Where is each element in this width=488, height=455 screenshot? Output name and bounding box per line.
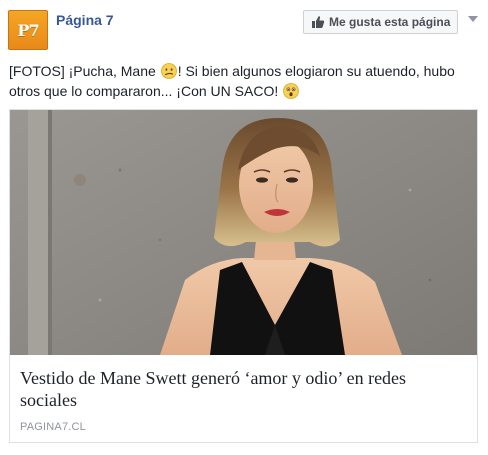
post-text-part1: [FOTOS] ¡Pucha, Mane — [9, 63, 160, 79]
link-preview-image[interactable] — [10, 110, 477, 355]
confused-face-emoji — [160, 63, 177, 79]
page-logo-text: P7 — [17, 20, 39, 40]
like-button-label: Me gusta esta página — [329, 15, 451, 29]
facebook-post-card: P7 Página 7 Me gusta esta página [FOTOS]… — [0, 0, 488, 455]
astonished-face-emoji — [283, 83, 300, 99]
page-logo[interactable]: P7 — [8, 10, 48, 50]
thumbs-up-icon — [311, 15, 325, 29]
post-message: [FOTOS] ¡Pucha, Mane ! Si bien algunos e… — [9, 61, 479, 101]
chevron-down-icon[interactable] — [466, 12, 480, 26]
link-preview-domain: PAGINA7.CL — [20, 421, 86, 433]
page-name-link[interactable]: Página 7 — [56, 12, 114, 28]
link-preview-card[interactable]: Vestido de Mane Swett generó ‘amor y odi… — [9, 109, 478, 443]
link-preview-title[interactable]: Vestido de Mane Swett generó ‘amor y odi… — [20, 367, 460, 411]
like-page-button[interactable]: Me gusta esta página — [303, 10, 458, 34]
